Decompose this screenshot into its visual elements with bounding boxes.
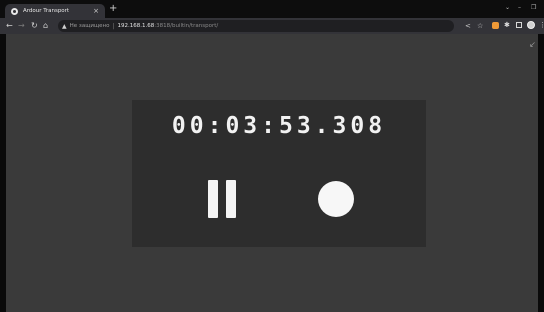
record-button[interactable]	[318, 181, 354, 217]
pause-icon-bar	[226, 180, 236, 218]
tab-favicon-icon	[11, 7, 18, 15]
url-host: 192.168.1.68	[117, 23, 155, 29]
url-separator: |	[112, 22, 115, 30]
restore-icon[interactable]: ❐	[531, 3, 536, 13]
forward-arrow-icon[interactable]: →	[18, 21, 25, 31]
tab-close-icon[interactable]: ×	[93, 6, 99, 16]
profile-avatar-icon[interactable]	[527, 21, 535, 29]
extensions-puzzle-icon[interactable]: ✱	[504, 21, 510, 29]
browser-toolbar: ← → ↻ ⌂ ▲ Не защищено | 192.168.1.68:381…	[0, 18, 544, 34]
pause-button[interactable]	[208, 180, 238, 218]
warning-icon[interactable]: ▲	[62, 23, 67, 30]
side-panel-icon[interactable]	[516, 22, 522, 28]
extension-icon[interactable]	[492, 22, 499, 29]
menu-kebab-icon[interactable]: ⋮	[539, 21, 544, 29]
tab-strip: Ardour Transport × + ⌄ – ❐	[0, 0, 544, 18]
collapse-arrow-icon[interactable]: ↙	[529, 41, 536, 49]
new-tab-button[interactable]: +	[109, 2, 117, 16]
security-label[interactable]: Не защищено	[70, 23, 110, 29]
home-icon[interactable]: ⌂	[43, 21, 48, 31]
tab-search-icon[interactable]: ⌄	[505, 3, 510, 13]
browser-tab[interactable]: Ardour Transport ×	[5, 4, 105, 18]
share-icon[interactable]: <	[465, 22, 471, 30]
url-path: :3818/builtin/transport/	[154, 23, 219, 29]
reload-icon[interactable]: ↻	[31, 21, 38, 31]
tab-title: Ardour Transport	[23, 8, 70, 14]
bookmark-star-icon[interactable]: ☆	[477, 22, 483, 30]
minimize-icon[interactable]: –	[518, 3, 521, 13]
back-arrow-icon[interactable]: ←	[6, 21, 13, 31]
address-bar[interactable]: ▲ Не защищено | 192.168.1.68:3818/builti…	[58, 20, 454, 32]
transport-clock: 00:03:53.308	[171, 113, 387, 139]
page-viewport: ↙ 00:03:53.308	[6, 34, 538, 312]
pause-icon	[208, 180, 218, 218]
transport-panel: 00:03:53.308	[132, 100, 426, 247]
